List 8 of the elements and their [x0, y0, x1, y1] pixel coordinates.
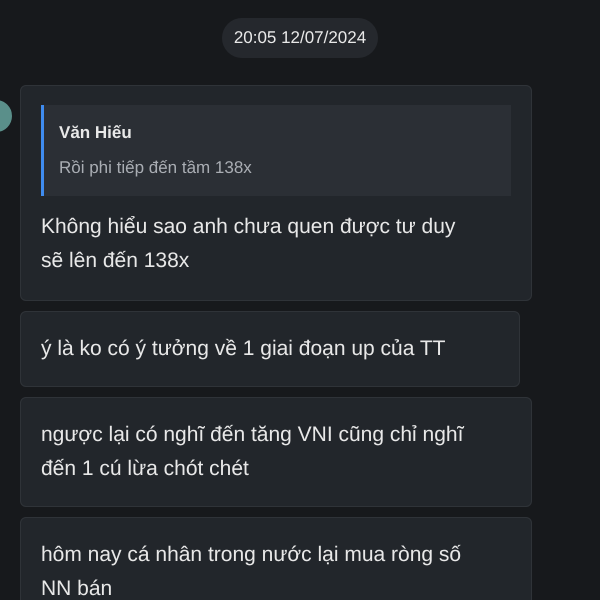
quoted-author: Văn Hiếu	[59, 122, 133, 144]
message-text: hôm nay cá nhân trong nước lại mua ròng số NN bán	[41, 542, 462, 600]
message-text: Không hiểu sao anh chưa quen được tư duy sẽ lên đến 138x	[41, 214, 456, 274]
quoted-text: Rồi phi tiếp đến tầm 138x	[59, 157, 253, 179]
message-text: ý là ko có ý tưởng về 1 giai đoạn up của TT	[41, 336, 446, 362]
timestamp: 20:05 12/07/2024	[222, 18, 378, 58]
message-text: ngược lại có nghĩ đến tăng VNI cũng chỉ nghĩ đến 1 cú lừa chót chét	[41, 422, 466, 482]
quoted-message[interactable]: Văn Hiếu Rồi phi tiếp đến tầm 138x	[41, 104, 511, 196]
